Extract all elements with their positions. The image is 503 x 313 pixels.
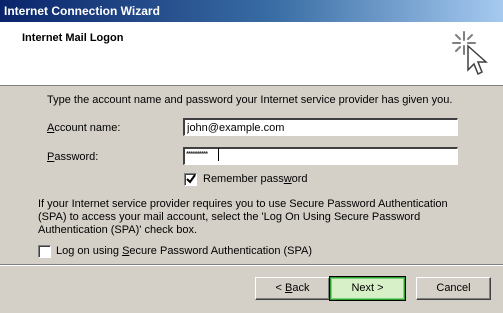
intro-text: Type the account name and password your … xyxy=(47,94,453,106)
account-name-input[interactable] xyxy=(183,118,458,136)
remember-password-label[interactable]: Remember password xyxy=(203,173,308,185)
cancel-button[interactable]: Cancel xyxy=(416,277,491,300)
spa-checkbox[interactable] xyxy=(38,245,51,258)
wizard-window: Internet Connection Wizard Internet Mail… xyxy=(0,0,503,313)
page-heading: Internet Mail Logon xyxy=(22,32,124,44)
back-button[interactable]: < Back xyxy=(255,277,330,300)
spa-label[interactable]: Log on using Secure Password Authenticat… xyxy=(56,245,312,257)
password-input[interactable] xyxy=(183,147,458,165)
account-name-label: Account name: xyxy=(47,122,121,134)
wizard-header: Internet Mail Logon xyxy=(0,22,503,86)
spa-description: If your Internet service provider requir… xyxy=(38,198,448,236)
password-label: Password: xyxy=(47,151,99,163)
checkmark-icon xyxy=(186,174,196,184)
button-separator xyxy=(0,264,503,266)
window-title: Internet Connection Wizard xyxy=(4,4,160,18)
next-button[interactable]: Next > xyxy=(329,276,406,301)
title-bar[interactable]: Internet Connection Wizard xyxy=(0,0,503,22)
remember-password-checkbox[interactable] xyxy=(184,173,197,186)
text-caret xyxy=(218,148,219,161)
wizard-wand-icon xyxy=(452,31,488,76)
password-mask: ********** xyxy=(186,150,208,159)
